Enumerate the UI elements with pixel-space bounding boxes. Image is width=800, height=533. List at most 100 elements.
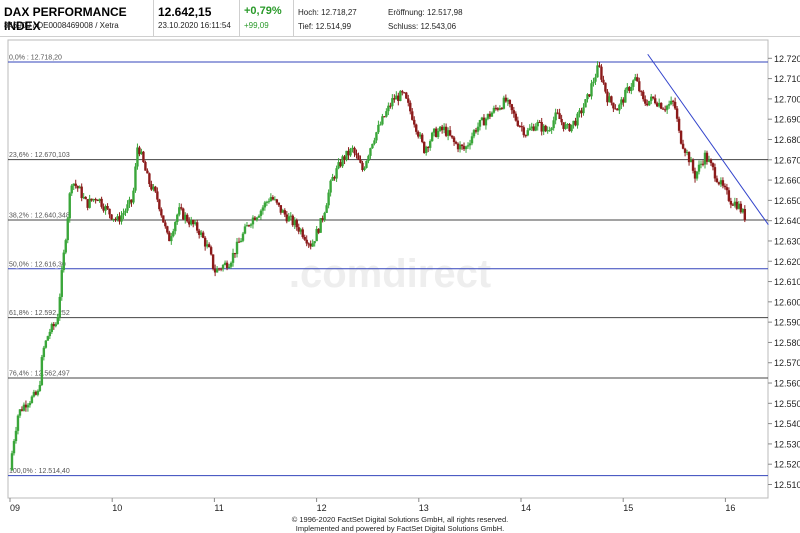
candle [373,140,376,144]
candle [671,100,675,102]
candle [654,98,657,104]
x-tick-label: 10 [112,503,122,513]
change-absolute: +99,09 [244,21,269,30]
candle [665,105,669,110]
candle [325,205,328,213]
candle [42,347,46,358]
candle [610,96,613,103]
candle [411,111,414,120]
y-tick-label: 12.660 [774,176,800,186]
candle [381,116,384,125]
candle [697,164,701,172]
x-tick-label: 12 [317,503,327,513]
candle [602,79,605,83]
candle [460,144,464,147]
candle [174,222,177,232]
x-tick-label: 16 [725,503,735,513]
candle [148,173,151,185]
y-tick-label: 12.520 [774,460,800,470]
candle [476,126,480,132]
y-tick-label: 12.670 [774,155,800,165]
candle [522,127,525,136]
last-price: 12.642,15 [158,5,212,19]
candle [305,239,308,244]
stats-cell: Hoch: 12.718,27 Eröffnung: 12.517,98 Tie… [294,0,800,36]
candle [124,210,127,213]
candle [379,124,382,126]
candle [84,196,87,200]
fib-label: 76,4% : 12.562,497 [9,370,70,377]
candle [508,99,512,105]
high-value: Hoch: 12.718,27 [298,8,357,17]
candle [259,210,263,216]
candle [490,112,494,117]
candle [26,405,30,408]
candle [263,202,267,208]
candle [385,111,388,117]
candle [584,99,587,108]
candle [94,198,97,201]
candle [126,204,129,211]
candle [313,241,316,244]
candle [176,214,179,223]
candle [596,65,599,78]
candle [227,266,231,269]
candle [550,128,553,131]
candle [66,218,69,241]
candle [725,187,729,191]
y-tick-label: 12.610 [774,277,800,287]
candle [401,91,404,93]
candle [231,252,235,263]
candle [727,190,731,201]
candle [526,130,529,136]
candle [691,159,695,171]
candle [675,108,679,119]
candle [48,331,52,337]
candle [375,132,378,141]
candle [201,232,205,238]
candle [249,224,253,226]
y-tick-label: 12.590 [774,318,800,328]
candle [612,102,615,109]
change-cell: +0,79% +99,09 [240,0,294,36]
candle [452,137,456,143]
candle [638,81,641,92]
candle [564,124,567,129]
candle [466,145,470,147]
candle [271,197,275,200]
candle [409,102,412,112]
candle [405,92,408,99]
candle [160,209,163,216]
candle [144,162,147,171]
candle [371,143,374,149]
candle [275,199,279,203]
candle [355,153,358,156]
candle [399,91,402,101]
candle [241,233,245,241]
copyright-line: © 1996-2020 FactSet Digital Solutions Gm… [291,515,509,524]
close-value: Schluss: 12.543,06 [388,22,457,31]
candle [673,101,677,109]
candle [648,100,651,106]
low-value: Tief: 12.514,99 [298,22,352,31]
candle [110,214,113,220]
candle [554,112,557,121]
candle [156,191,159,200]
candle [40,357,44,385]
candle [12,441,16,454]
candle [552,120,555,129]
change-percent: +0,79% [244,5,282,17]
candle [570,124,573,132]
candle [164,222,167,227]
candle [590,83,593,97]
candle [54,324,58,327]
candle [46,336,50,341]
candle [207,244,211,248]
candle [711,163,715,168]
candle [106,206,109,209]
candle [510,104,514,111]
candle [448,130,452,136]
candle [413,119,416,125]
candle [14,430,18,442]
candle [209,247,213,255]
